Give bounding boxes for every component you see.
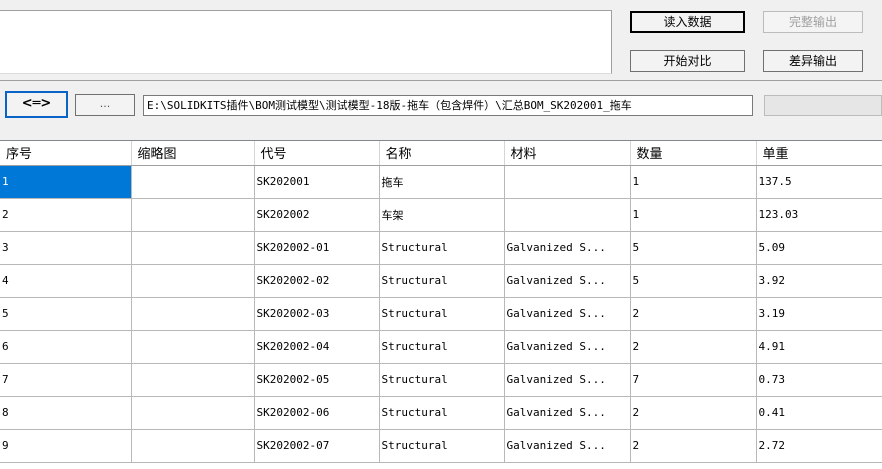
cell-code[interactable]: SK202002-05 [254,363,380,397]
load-data-button[interactable]: 读入数据 [630,11,745,33]
column-header-unit-weight[interactable]: 单重 [756,141,882,166]
cell-quantity[interactable]: 1 [630,198,757,232]
table-row[interactable]: 4 SK202002-02 Structural Galvanized S... 5 3.… [0,264,882,298]
cell-material[interactable]: Galvanized S... [504,429,631,463]
bom-table: 序号 缩略图 代号 名称 材料 数量 单重 1 SK202001 拖车 1 137.5 2… [0,140,882,469]
cell-unit-weight[interactable]: 2.72 [756,429,882,463]
column-header-name[interactable]: 名称 [379,141,505,166]
cell-name[interactable]: Structural [379,429,505,463]
column-header-material[interactable]: 材料 [504,141,631,166]
cell-thumbnail[interactable] [131,165,255,199]
cell-material[interactable] [504,198,631,232]
cell-code[interactable]: SK202002-02 [254,264,380,298]
cell-quantity[interactable]: 7 [630,363,757,397]
file-path-field[interactable]: E:\SOLIDKITS插件\BOM测试模型\测试模型-18版-拖车（包含焊件）… [143,95,753,116]
cell-code[interactable]: SK202002-04 [254,330,380,364]
cell-index[interactable]: 4 [0,264,132,298]
cell-name[interactable]: Structural [379,363,505,397]
cell-code[interactable]: SK202002 [254,198,380,232]
full-export-button[interactable]: 完整输出 [763,11,863,33]
cell-name[interactable]: Structural [379,297,505,331]
table-row[interactable]: 1 SK202001 拖车 1 137.5 [0,165,882,199]
cell-name[interactable]: 拖车 [379,165,505,199]
start-compare-button[interactable]: 开始对比 [630,50,745,72]
cell-unit-weight[interactable]: 4.91 [756,330,882,364]
cell-index[interactable]: 5 [0,297,132,331]
info-text-area[interactable] [0,10,612,74]
table-row[interactable]: 6 SK202002-04 Structural Galvanized S... 2 4.… [0,330,882,364]
cell-unit-weight[interactable]: 0.73 [756,363,882,397]
cell-code[interactable]: SK202002-06 [254,396,380,430]
cell-material[interactable]: Galvanized S... [504,396,631,430]
cell-quantity[interactable]: 2 [630,429,757,463]
cell-quantity[interactable]: 5 [630,231,757,265]
cell-thumbnail[interactable] [131,429,255,463]
cell-material[interactable]: Galvanized S... [504,330,631,364]
cell-quantity[interactable]: 2 [630,330,757,364]
cell-thumbnail[interactable] [131,264,255,298]
cell-thumbnail[interactable] [131,231,255,265]
panel-divider [0,80,882,81]
top-panel: 读入数据 完整输出 开始对比 差异输出 [0,0,882,80]
cell-name[interactable]: 车架 [379,198,505,232]
cell-unit-weight[interactable]: 5.09 [756,231,882,265]
cell-index[interactable]: 3 [0,231,132,265]
cell-quantity[interactable]: 1 [630,165,757,199]
column-header-quantity[interactable]: 数量 [630,141,757,166]
cell-quantity[interactable]: 2 [630,396,757,430]
progress-bar [764,95,882,116]
cell-index[interactable]: 8 [0,396,132,430]
cell-thumbnail[interactable] [131,297,255,331]
cell-material[interactable] [504,165,631,199]
cell-code[interactable]: SK202002-03 [254,297,380,331]
column-header-thumbnail[interactable]: 缩略图 [131,141,255,166]
cell-code[interactable]: SK202002-01 [254,231,380,265]
path-toolbar: <═> ... E:\SOLIDKITS插件\BOM测试模型\测试模型-18版-… [0,84,882,124]
cell-unit-weight[interactable]: 3.92 [756,264,882,298]
cell-index[interactable]: 7 [0,363,132,397]
column-header-index[interactable]: 序号 [0,141,132,166]
cell-index[interactable]: 6 [0,330,132,364]
cell-name[interactable]: Structural [379,396,505,430]
cell-material[interactable]: Galvanized S... [504,264,631,298]
cell-name[interactable]: Structural [379,330,505,364]
cell-code[interactable]: SK202001 [254,165,380,199]
cell-thumbnail[interactable] [131,198,255,232]
table-row[interactable]: 3 SK202002-01 Structural Galvanized S... 5 5.… [0,231,882,265]
cell-unit-weight[interactable]: 3.19 [756,297,882,331]
cell-name[interactable]: Structural [379,231,505,265]
cell-index[interactable]: 2 [0,198,132,232]
cell-thumbnail[interactable] [131,396,255,430]
table-row[interactable]: 7 SK202002-05 Structural Galvanized S... 7 0.… [0,363,882,397]
cell-thumbnail[interactable] [131,330,255,364]
cell-material[interactable]: Galvanized S... [504,363,631,397]
table-row[interactable]: 9 SK202002-07 Structural Galvanized S... 2 2.… [0,429,882,463]
diff-export-button[interactable]: 差异输出 [763,50,863,72]
cell-unit-weight[interactable]: 137.5 [756,165,882,199]
browse-button[interactable]: ... [75,94,135,116]
column-header-code[interactable]: 代号 [254,141,380,166]
swap-button[interactable]: <═> [5,91,68,118]
cell-unit-weight[interactable]: 0.41 [756,396,882,430]
cell-name[interactable]: Structural [379,264,505,298]
table-header: 序号 缩略图 代号 名称 材料 数量 单重 [0,141,882,166]
cell-material[interactable]: Galvanized S... [504,297,631,331]
cell-index[interactable]: 1 [0,165,132,199]
table-row[interactable]: 2 SK202002 车架 1 123.03 [0,198,882,232]
cell-index[interactable]: 9 [0,429,132,463]
cell-quantity[interactable]: 2 [630,297,757,331]
cell-code[interactable]: SK202002-07 [254,429,380,463]
table-row[interactable]: 8 SK202002-06 Structural Galvanized S... 2 0.… [0,396,882,430]
cell-quantity[interactable]: 5 [630,264,757,298]
cell-material[interactable]: Galvanized S... [504,231,631,265]
cell-thumbnail[interactable] [131,363,255,397]
table-row[interactable]: 5 SK202002-03 Structural Galvanized S... 2 3.… [0,297,882,331]
cell-unit-weight[interactable]: 123.03 [756,198,882,232]
